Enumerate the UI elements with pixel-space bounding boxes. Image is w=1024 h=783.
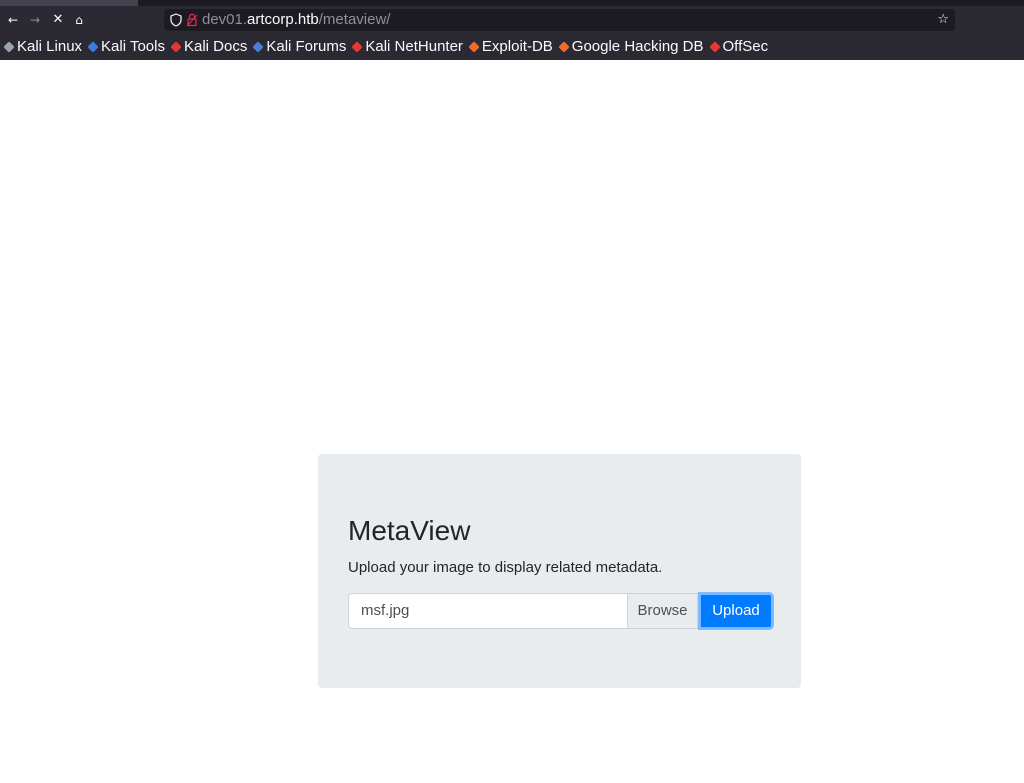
bookmark-label: Kali Tools bbox=[101, 38, 165, 55]
back-button[interactable]: ← bbox=[4, 11, 22, 29]
url-bar[interactable]: dev01.artcorp.htb/metaview/ ☆ bbox=[164, 9, 955, 31]
selected-file-name: msf.jpg bbox=[361, 602, 410, 619]
page-description: Upload your image to display related met… bbox=[348, 559, 663, 576]
url-host: artcorp.htb bbox=[247, 11, 319, 28]
lock-icon[interactable] bbox=[186, 13, 198, 27]
kali-tools-icon bbox=[87, 41, 99, 53]
page-title: MetaView bbox=[348, 515, 471, 546]
kali-nethunter-icon bbox=[351, 41, 364, 53]
file-input[interactable]: msf.jpg bbox=[348, 593, 628, 629]
kali-linux-icon bbox=[3, 41, 15, 53]
bookmark-kali-linux[interactable]: Kali Linux bbox=[3, 38, 83, 56]
bookmark-label: Exploit-DB bbox=[481, 38, 553, 55]
exploit-db-icon bbox=[468, 41, 480, 53]
forward-button[interactable]: → bbox=[26, 11, 44, 29]
bookmark-kali-docs[interactable]: Kali Docs bbox=[170, 38, 248, 56]
bookmark-label: OffSec bbox=[722, 38, 769, 55]
bookmarks-toolbar: Kali Linux Kali Tools Kali Docs Kali Forums… bbox=[0, 34, 1024, 60]
home-button[interactable]: ⌂ bbox=[70, 11, 88, 29]
url-prefix: dev01. bbox=[202, 11, 248, 28]
bookmark-kali-forums[interactable]: Kali Forums bbox=[252, 38, 347, 56]
bookmark-label: Kali Linux bbox=[17, 38, 83, 55]
bookmark-star-icon[interactable]: ☆ bbox=[937, 11, 949, 29]
bookmark-kali-nethunter[interactable]: Kali NetHunter bbox=[351, 38, 463, 56]
bookmark-label: Google Hacking DB bbox=[571, 38, 704, 55]
kali-forums-icon bbox=[252, 41, 265, 53]
bookmark-exploit-db[interactable]: Exploit-DB bbox=[468, 38, 553, 56]
stop-button[interactable]: ✕ bbox=[49, 11, 67, 29]
url-text[interactable]: dev01.artcorp.htb/metaview/ bbox=[202, 12, 390, 28]
google-hacking-db-icon bbox=[558, 41, 570, 53]
browse-button[interactable]: Browse bbox=[627, 593, 698, 629]
url-path: /metaview/ bbox=[318, 11, 391, 28]
bookmark-label: Kali Forums bbox=[266, 38, 347, 55]
browser-toolbar: ← → ✕ ⌂ dev01.artcorp.htb/metaview/ ☆ bbox=[0, 6, 1024, 34]
upload-panel: MetaView Upload your image to display re… bbox=[318, 454, 801, 688]
kali-docs-icon bbox=[170, 41, 182, 53]
bookmark-label: Kali NetHunter bbox=[365, 38, 463, 55]
bookmark-kali-tools[interactable]: Kali Tools bbox=[87, 38, 165, 56]
bookmark-google-hacking-db[interactable]: Google Hacking DB bbox=[558, 38, 704, 56]
offsec-icon bbox=[708, 41, 721, 53]
upload-button[interactable]: Upload bbox=[699, 593, 773, 629]
upload-form: msf.jpg Browse Upload bbox=[348, 593, 773, 629]
shield-icon[interactable] bbox=[170, 13, 182, 27]
bookmark-label: Kali Docs bbox=[183, 38, 248, 55]
bookmark-offsec[interactable]: OffSec bbox=[708, 38, 769, 56]
